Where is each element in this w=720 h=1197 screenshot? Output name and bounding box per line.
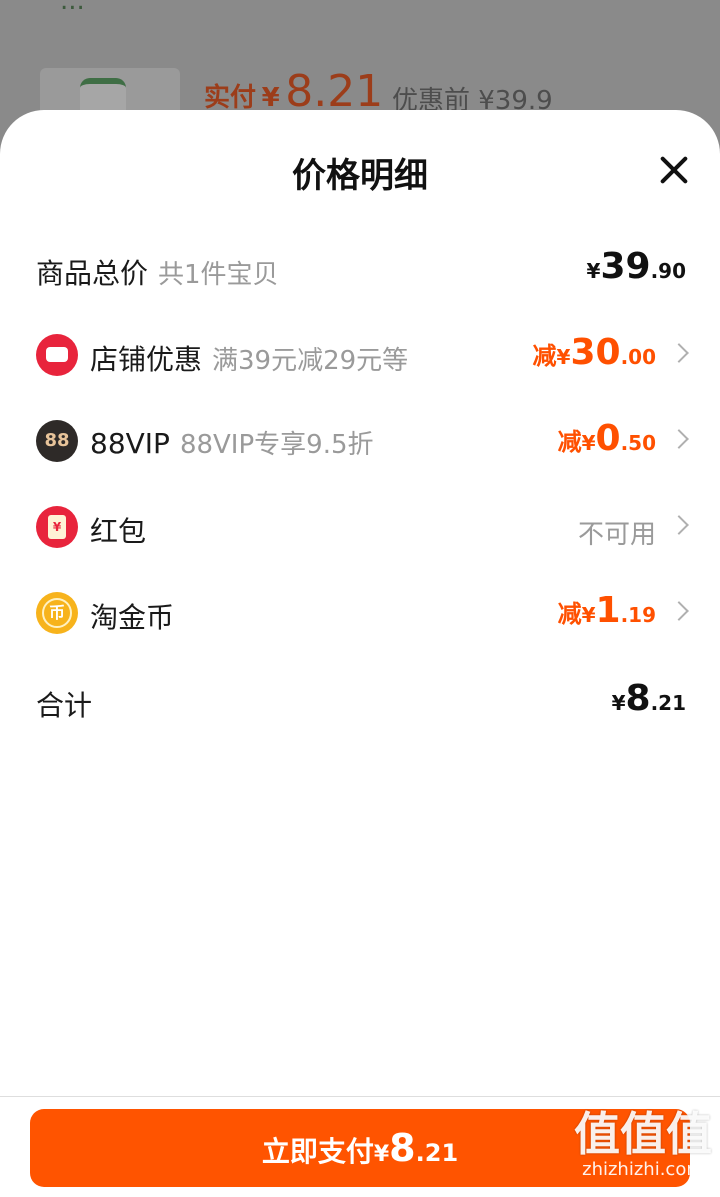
minus-prefix: 减 [532,342,557,370]
watermark: 值值值 zhizhizhi.com [574,1108,712,1180]
watermark-sub: zhizhizhi.com [582,1159,704,1180]
close-icon[interactable] [658,154,690,186]
shop-icon [36,334,78,376]
row-grand-total: 合计 ¥8.21 [0,674,720,734]
price-integer: 1 [595,590,621,631]
red-packet-icon-glyph: ¥ [48,515,66,539]
row-label: 店铺优惠 [90,343,203,376]
row-red-packet[interactable]: ¥ 红包 不可用 [0,500,720,560]
price-decimal: .00 [620,345,656,369]
chevron-right-icon [669,601,689,621]
row-sub: 满39元减29元等 [212,346,409,376]
price-integer: 39 [600,246,651,287]
total-value: ¥8.21 [612,678,686,719]
chevron-right-icon [669,429,689,449]
row-sub: 共1件宝贝 [158,260,279,290]
price-decimal: .50 [620,431,656,455]
row-taojinbi[interactable]: 币 淘金币 减¥1.19 [0,586,720,646]
row-value: ¥39.90 [587,246,686,287]
price-integer: 8 [389,1126,416,1170]
paid-label: 实付 [204,83,257,113]
pay-button-label: 立即支付 [261,1135,374,1168]
price-integer: 0 [595,418,621,459]
chevron-right-icon [669,343,689,363]
minus-prefix: 减 [557,600,582,628]
paid-currency: ¥ [261,83,280,113]
row-label: 红包 [90,515,147,548]
row-shop-discount[interactable]: 店铺优惠 满39元减29元等 减¥30.00 [0,328,720,388]
price-decimal: .90 [650,259,686,283]
row-label: 淘金币 [90,601,175,634]
currency-symbol: ¥ [611,691,626,715]
row-sub: 88VIP专享9.5折 [179,430,374,460]
row-value: 减¥0.50 [558,418,656,459]
sheet-title: 价格明细 [292,156,428,196]
total-label: 合计 [36,689,93,722]
watermark-text: 值值值 [574,1107,712,1161]
chevron-right-icon [669,515,689,535]
price-decimal: .21 [415,1139,459,1167]
row-value: 减¥1.19 [558,590,656,631]
minus-prefix: 减 [557,428,582,456]
row-status: 不可用 [577,520,656,550]
price-detail-sheet: 价格明细 商品总价 共1件宝贝 ¥39.90 店铺优惠 满39元减29元等 减¥30… [0,110,720,1197]
row-total-goods-price: 商品总价 共1件宝贝 ¥39.90 [0,242,720,302]
currency-symbol: ¥ [581,603,596,627]
coin-icon-glyph: 币 [42,598,72,628]
row-value: 减¥30.00 [533,332,656,373]
price-integer: 30 [570,332,621,373]
88vip-icon: 88 [36,420,78,462]
row-label: 商品总价 [36,257,149,290]
currency-symbol: ¥ [586,259,601,283]
currency-symbol: ¥ [373,1142,390,1167]
price-integer: 8 [625,678,651,719]
currency-symbol: ¥ [556,345,571,369]
price-decimal: .21 [650,691,686,715]
currency-symbol: ¥ [581,431,596,455]
row-88vip-discount[interactable]: 88 88VIP 88VIP专享9.5折 减¥0.50 [0,414,720,474]
background-top-text: ... [60,0,85,16]
row-label: 88VIP [90,427,170,460]
price-decimal: .19 [620,603,656,627]
red-packet-icon: ¥ [36,506,78,548]
bottom-divider [0,1096,720,1097]
taojinbi-coin-icon: 币 [36,592,78,634]
